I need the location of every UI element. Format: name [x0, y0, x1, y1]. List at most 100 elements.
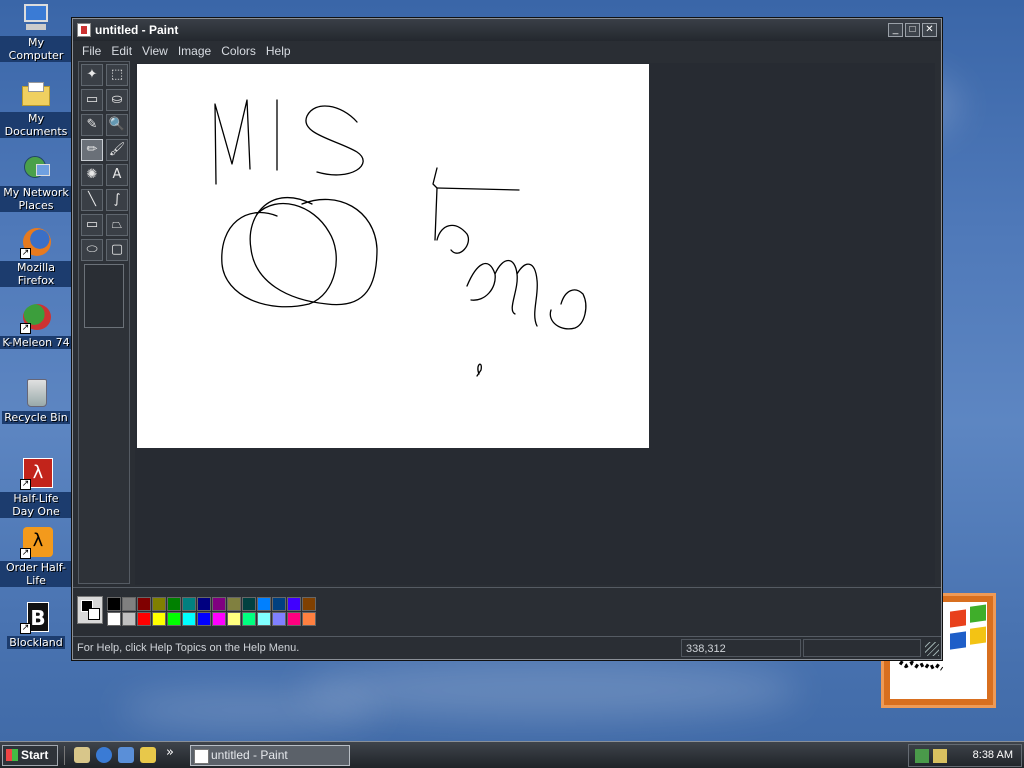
explorer-icon[interactable]: [140, 747, 156, 763]
palette-swatch[interactable]: [227, 597, 241, 611]
taskbar-item-paint[interactable]: untitled - Paint: [190, 745, 350, 766]
maximize-button[interactable]: □: [905, 23, 920, 37]
desktop-icon-network-places[interactable]: My Network Places: [0, 152, 72, 212]
network-tray-icon[interactable]: [915, 749, 929, 763]
tool-text[interactable]: A: [106, 164, 128, 186]
show-desktop-icon[interactable]: [74, 747, 90, 763]
desktop-icon-blockland[interactable]: B ↗ Blockland: [0, 602, 72, 649]
background-color[interactable]: [88, 608, 100, 620]
tool-fill[interactable]: ⛀: [106, 89, 128, 111]
menu-image[interactable]: Image: [173, 44, 216, 58]
line-icon: ╲: [88, 192, 96, 207]
palette-swatch[interactable]: [212, 597, 226, 611]
start-button[interactable]: Start: [2, 745, 58, 766]
palette-swatch[interactable]: [257, 612, 271, 626]
tool-free-form-select[interactable]: ✦: [81, 64, 103, 86]
desktop-icon-my-documents[interactable]: My Documents: [0, 78, 72, 138]
curve-icon: ∫: [113, 192, 121, 207]
palette-swatch[interactable]: [197, 597, 211, 611]
desktop-icon-k-meleon[interactable]: ↗ K-Meleon 74: [0, 302, 72, 349]
palette-swatch[interactable]: [287, 612, 301, 626]
internet-explorer-icon[interactable]: [96, 747, 112, 763]
palette-swatch[interactable]: [272, 597, 286, 611]
palette-swatch[interactable]: [242, 597, 256, 611]
palette-swatch[interactable]: [197, 612, 211, 626]
palette-swatch[interactable]: [107, 597, 121, 611]
desktop-icon-my-computer[interactable]: My Computer: [0, 2, 72, 62]
outlook-icon[interactable]: [118, 747, 134, 763]
palette-swatch[interactable]: [167, 612, 181, 626]
text-icon: A: [112, 167, 122, 182]
status-coordinates: 338,312: [681, 639, 801, 657]
palette-swatch[interactable]: [227, 612, 241, 626]
tool-rounded-rect[interactable]: ▢: [106, 239, 128, 261]
palette-swatch[interactable]: [107, 612, 121, 626]
quick-launch-more-icon[interactable]: »: [166, 745, 174, 760]
palette-swatch[interactable]: [242, 612, 256, 626]
free-form-select-icon: ✦: [86, 67, 98, 82]
tool-pick-color[interactable]: ✎: [81, 114, 103, 136]
menu-help[interactable]: Help: [261, 44, 296, 58]
desktop-icon-half-life-day-one[interactable]: λ ↗ Half-Life Day One: [0, 458, 72, 518]
menu-edit[interactable]: Edit: [106, 44, 137, 58]
palette-swatch[interactable]: [122, 597, 136, 611]
half-life-order-icon: λ ↗: [20, 527, 53, 559]
menu-view[interactable]: View: [137, 44, 173, 58]
half-life-icon: λ ↗: [20, 458, 53, 490]
firefox-icon: ↗: [20, 227, 52, 259]
palette-swatch[interactable]: [302, 612, 316, 626]
fill-icon: ⛀: [111, 92, 123, 107]
resize-grip[interactable]: [925, 642, 939, 656]
paint-app-icon[interactable]: [77, 23, 91, 37]
current-colors[interactable]: [77, 596, 103, 624]
tool-pencil[interactable]: ✏: [81, 139, 103, 161]
desktop-icon-label: Mozilla Firefox: [0, 261, 72, 287]
k-meleon-icon: ↗: [20, 302, 52, 334]
close-button[interactable]: ✕: [922, 23, 937, 37]
desktop-icon-label: My Network Places: [0, 186, 72, 212]
palette-swatch[interactable]: [287, 597, 301, 611]
palette-swatch[interactable]: [152, 597, 166, 611]
tool-line[interactable]: ╲: [81, 189, 103, 211]
palette-swatch[interactable]: [137, 612, 151, 626]
tool-curve[interactable]: ∫: [106, 189, 128, 211]
desktop-icon-label: Blockland: [7, 636, 65, 649]
tool-magnifier[interactable]: 🔍: [106, 114, 128, 136]
tool-brush[interactable]: 🖌: [106, 139, 128, 161]
menu-colors[interactable]: Colors: [216, 44, 261, 58]
tool-rectangle[interactable]: ▭: [81, 214, 103, 236]
palette-swatch[interactable]: [167, 597, 181, 611]
palette-swatch[interactable]: [257, 597, 271, 611]
title-bar[interactable]: untitled - Paint _ □ ✕: [73, 19, 941, 41]
pick-color-icon: ✎: [86, 117, 98, 132]
palette-swatch[interactable]: [182, 597, 196, 611]
palette-swatch[interactable]: [152, 612, 166, 626]
brush-icon: 🖌: [108, 142, 126, 157]
palette-swatch[interactable]: [302, 597, 316, 611]
blockland-icon: B ↗: [20, 602, 52, 634]
drawing-canvas[interactable]: [137, 64, 649, 448]
tool-airbrush[interactable]: ✺: [81, 164, 103, 186]
desktop-icon-firefox[interactable]: ↗ Mozilla Firefox: [0, 227, 72, 287]
palette-swatch[interactable]: [137, 597, 151, 611]
desktop-icon-label: Recycle Bin: [2, 411, 70, 424]
palette-swatch[interactable]: [122, 612, 136, 626]
tool-ellipse[interactable]: ⬭: [81, 239, 103, 261]
desktop-icon-order-half-life[interactable]: λ ↗ Order Half-Life: [0, 527, 72, 587]
menu-bar: File Edit View Image Colors Help: [73, 41, 941, 61]
menu-file[interactable]: File: [77, 44, 106, 58]
palette-swatch[interactable]: [272, 612, 286, 626]
palette-swatch[interactable]: [212, 612, 226, 626]
tool-rect-select[interactable]: ⬚: [106, 64, 128, 86]
minimize-button[interactable]: _: [888, 23, 903, 37]
desktop-icon-recycle-bin[interactable]: Recycle Bin: [0, 377, 72, 424]
canvas-area[interactable]: [135, 63, 935, 585]
desktop-icon-label: My Documents: [0, 112, 72, 138]
tool-options[interactable]: [84, 264, 124, 328]
tray-app-icon[interactable]: [933, 749, 947, 763]
palette-swatch[interactable]: [182, 612, 196, 626]
clock[interactable]: 8:38 AM: [973, 745, 1013, 766]
tool-polygon[interactable]: ⏢: [106, 214, 128, 236]
desktop-icon-label: Order Half-Life: [0, 561, 72, 587]
tool-eraser[interactable]: ▭: [81, 89, 103, 111]
